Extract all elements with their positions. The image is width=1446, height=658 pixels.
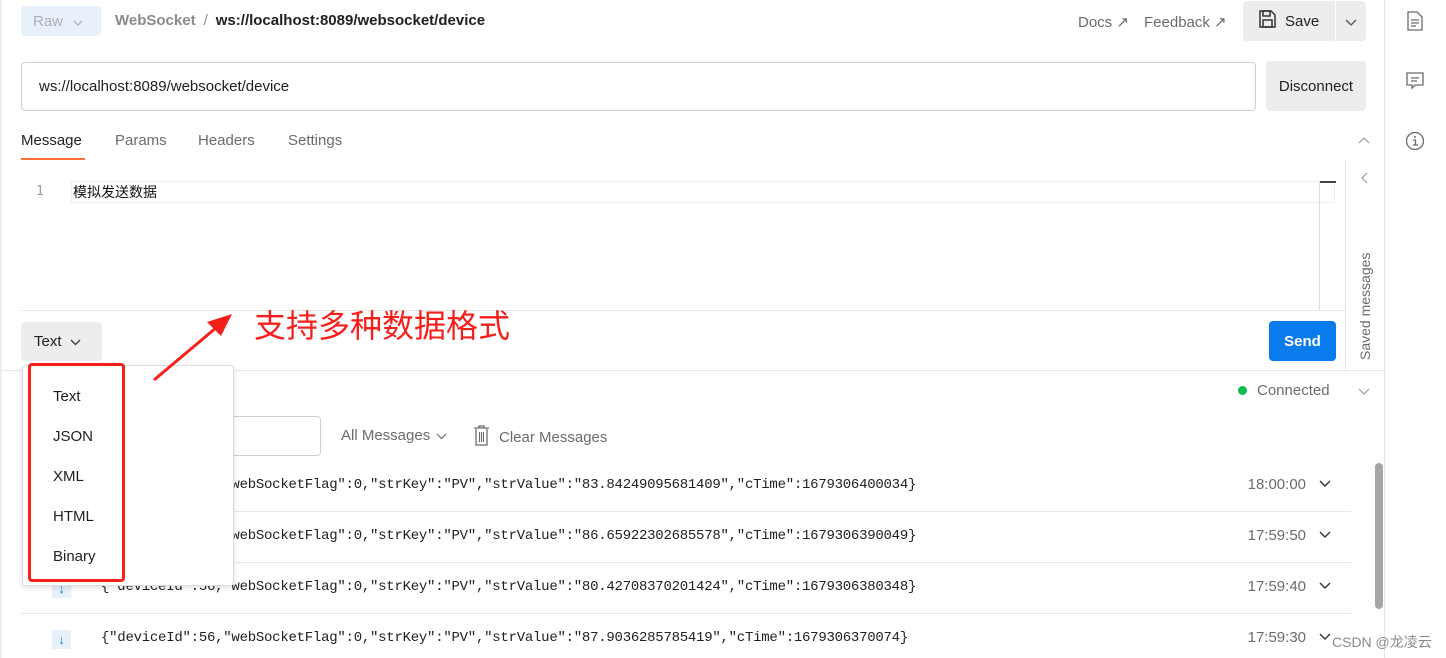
feedback-link[interactable]: Feedback ↗ xyxy=(1144,13,1227,31)
editor-content: 模拟发送数据 xyxy=(73,184,157,200)
chevron-left-icon[interactable] xyxy=(1361,172,1368,187)
save-label: Save xyxy=(1285,12,1320,30)
tab-params[interactable]: Params xyxy=(115,132,167,149)
chevron-down-icon[interactable] xyxy=(1319,526,1331,541)
clear-label: Clear Messages xyxy=(499,429,608,446)
annotation-text: 支持多种数据格式 xyxy=(254,308,511,344)
url-value: ws://localhost:8089/websocket/device xyxy=(39,78,290,95)
clear-messages-button[interactable]: Clear Messages xyxy=(473,425,607,450)
annotation-arrow-icon xyxy=(153,314,232,382)
messages-scrollbar[interactable] xyxy=(1375,463,1383,609)
chevron-down-icon xyxy=(70,333,81,350)
message-time: 18:00:00 xyxy=(1247,476,1306,493)
breadcrumb-separator: / xyxy=(203,12,208,29)
chevron-down-icon[interactable] xyxy=(1319,475,1331,490)
tab-settings[interactable]: Settings xyxy=(288,132,342,149)
connection-status: Connected xyxy=(1238,382,1330,399)
breadcrumb: WebSocket / ws://localhost:8089/websocke… xyxy=(115,12,485,29)
saved-messages-toggle[interactable]: Saved messages xyxy=(1357,253,1373,360)
message-time: 17:59:40 xyxy=(1247,578,1306,595)
mode-label: Raw xyxy=(33,12,64,30)
chevron-up-icon[interactable] xyxy=(1358,133,1370,147)
info-icon[interactable] xyxy=(1404,130,1426,152)
saved-panel-divider xyxy=(1345,160,1346,370)
format-dropdown[interactable]: Text xyxy=(21,322,102,361)
chevron-down-icon xyxy=(436,427,447,444)
chevron-down-icon xyxy=(1345,13,1357,30)
tab-headers[interactable]: Headers xyxy=(198,132,255,149)
editor-cursor xyxy=(1320,181,1336,183)
right-rail-divider xyxy=(1384,0,1385,658)
watermark: CSDN @龙凌云 xyxy=(1332,634,1432,650)
chevron-down-icon xyxy=(73,13,83,30)
chevron-down-icon[interactable] xyxy=(1319,577,1331,592)
message-editor[interactable]: 模拟发送数据 xyxy=(71,181,1335,203)
docs-link[interactable]: Docs ↗ xyxy=(1078,13,1129,31)
breadcrumb-current[interactable]: ws://localhost:8089/websocket/device xyxy=(216,12,485,29)
active-tab-indicator xyxy=(21,158,85,160)
message-time: 17:59:30 xyxy=(1247,629,1306,646)
editor-ruler xyxy=(1319,181,1320,311)
save-icon xyxy=(1257,9,1277,33)
left-edge-border xyxy=(0,0,2,658)
status-label: Connected xyxy=(1257,382,1330,399)
breadcrumb-parent[interactable]: WebSocket xyxy=(115,12,196,29)
disconnect-button[interactable]: Disconnect xyxy=(1266,61,1366,111)
message-row[interactable]: ↓ {"deviceId":56,"webSocketFlag":0,"strK… xyxy=(21,614,1351,658)
mode-dropdown[interactable]: Raw xyxy=(21,6,101,36)
send-button[interactable]: Send xyxy=(1269,321,1336,361)
tab-message[interactable]: Message xyxy=(21,132,82,149)
annotation-highlight-box xyxy=(28,363,125,582)
status-dot-icon xyxy=(1238,386,1247,395)
format-selected: Text xyxy=(34,333,62,350)
chevron-down-icon[interactable] xyxy=(1358,384,1370,398)
arrow-down-icon: ↓ xyxy=(52,630,71,649)
comments-icon[interactable] xyxy=(1404,70,1426,92)
url-input[interactable]: ws://localhost:8089/websocket/device xyxy=(21,62,1256,111)
line-number: 1 xyxy=(36,184,44,199)
message-filter-dropdown[interactable]: All Messages xyxy=(341,427,447,444)
chevron-down-icon[interactable] xyxy=(1319,628,1331,643)
save-options-button[interactable] xyxy=(1336,1,1366,41)
message-time: 17:59:50 xyxy=(1247,527,1306,544)
documentation-icon[interactable] xyxy=(1404,10,1426,32)
trash-icon xyxy=(473,425,490,450)
filter-label: All Messages xyxy=(341,427,431,444)
save-button[interactable]: Save xyxy=(1243,1,1335,41)
message-text: {"deviceId":56,"webSocketFlag":0,"strKey… xyxy=(101,630,908,646)
